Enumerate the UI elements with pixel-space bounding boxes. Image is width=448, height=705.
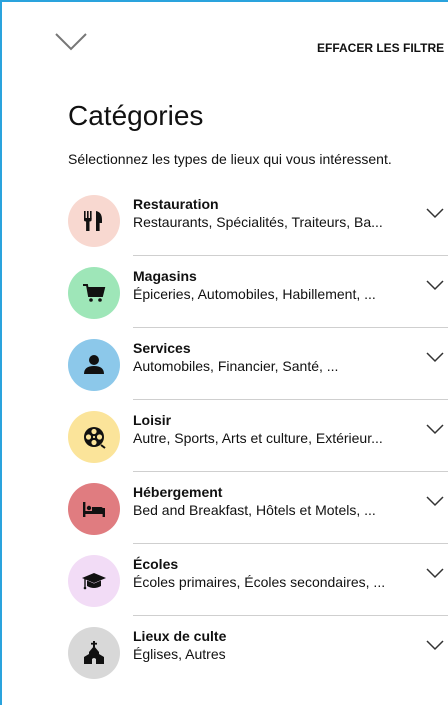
top-bar: EFFACER LES FILTRE — [2, 2, 448, 82]
category-description: Écoles primaires, Écoles secondaires, ..… — [133, 574, 386, 590]
collapse-button[interactable] — [54, 30, 88, 54]
category-hebergement[interactable]: Hébergement Bed and Breakfast, Hôtels et… — [2, 472, 448, 544]
category-name: Hébergement — [133, 484, 223, 500]
shopping-cart-icon — [83, 284, 106, 302]
category-description: Églises, Autres — [133, 646, 226, 662]
chevron-down-icon[interactable] — [426, 422, 444, 436]
filter-panel: EFFACER LES FILTRE Catégories Sélectionn… — [0, 0, 448, 705]
clear-filters-button[interactable]: EFFACER LES FILTRE — [317, 41, 444, 55]
bed-icon — [83, 502, 105, 517]
category-icon-badge — [68, 483, 120, 535]
category-description: Bed and Breakfast, Hôtels et Motels, ... — [133, 502, 376, 518]
category-services[interactable]: Services Automobiles, Financier, Santé, … — [2, 328, 448, 400]
chevron-down-icon[interactable] — [426, 206, 444, 220]
category-name: Lieux de culte — [133, 628, 227, 644]
page-subtitle: Sélectionnez les types de lieux qui vous… — [68, 151, 392, 167]
category-icon-badge — [68, 267, 120, 319]
chevron-down-icon[interactable] — [426, 566, 444, 580]
person-icon — [84, 355, 104, 374]
page-title: Catégories — [68, 100, 204, 131]
category-restauration[interactable]: Restauration Restaurants, Spécialités, T… — [2, 184, 448, 256]
church-icon — [84, 641, 104, 664]
category-name: Restauration — [133, 196, 219, 212]
graduation-cap-icon — [82, 573, 106, 590]
category-list: Restauration Restaurants, Spécialités, T… — [2, 184, 448, 688]
category-icon-badge — [68, 627, 120, 679]
chevron-down-icon — [55, 33, 87, 51]
chevron-down-icon[interactable] — [426, 494, 444, 508]
category-icon-badge — [68, 339, 120, 391]
category-icon-badge — [68, 411, 120, 463]
category-description: Autre, Sports, Arts et culture, Extérieu… — [133, 430, 383, 446]
category-ecoles[interactable]: Écoles Écoles primaires, Écoles secondai… — [2, 544, 448, 616]
category-loisir[interactable]: Loisir Autre, Sports, Arts et culture, E… — [2, 400, 448, 472]
film-reel-icon — [84, 427, 106, 449]
category-icon-badge — [68, 555, 120, 607]
category-name: Services — [133, 340, 191, 356]
category-description: Épiceries, Automobiles, Habillement, ... — [133, 286, 376, 302]
category-magasins[interactable]: Magasins Épiceries, Automobiles, Habille… — [2, 256, 448, 328]
category-description: Restaurants, Spécialités, Traiteurs, Ba.… — [133, 214, 383, 230]
chevron-down-icon[interactable] — [426, 350, 444, 364]
category-description: Automobiles, Financier, Santé, ... — [133, 358, 339, 374]
chevron-down-icon[interactable] — [426, 638, 444, 652]
category-name: Écoles — [133, 556, 179, 572]
utensils-icon — [84, 211, 102, 231]
chevron-down-icon[interactable] — [426, 278, 444, 292]
category-name: Magasins — [133, 268, 197, 284]
category-name: Loisir — [133, 412, 172, 428]
category-icon-badge — [68, 195, 120, 247]
category-lieux-de-culte[interactable]: Lieux de culte Églises, Autres — [2, 616, 448, 688]
